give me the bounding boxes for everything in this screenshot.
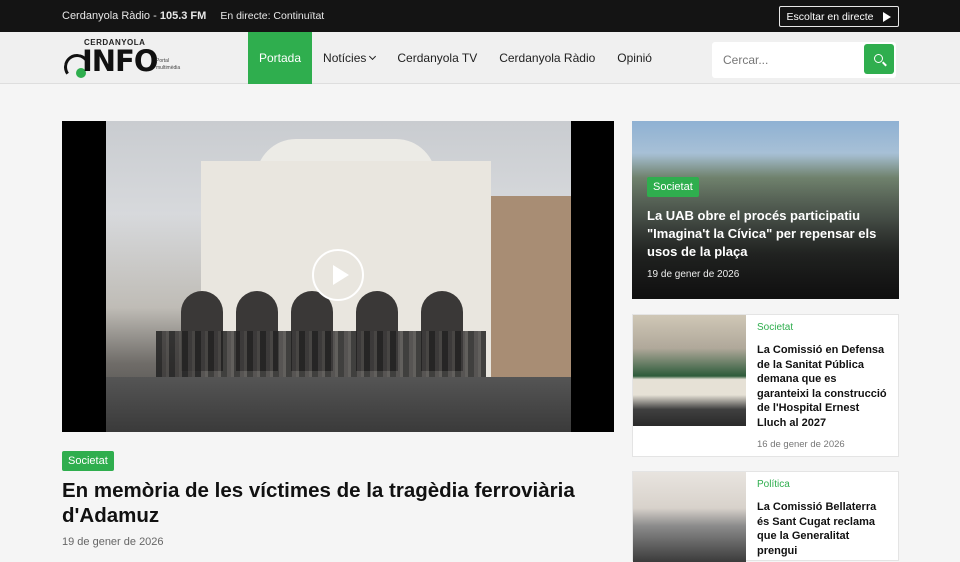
side-story-title[interactable]: La Comissió en Defensa de la Sanitat Púb… (757, 343, 888, 430)
top-bar: Cerdanyola Ràdio - 105.3 FM En directe: … (0, 0, 960, 32)
play-icon (883, 11, 892, 22)
play-icon (332, 265, 349, 285)
side-story-category[interactable]: Política (757, 479, 888, 490)
main-video[interactable] (62, 121, 614, 432)
category-badge[interactable]: Societat (647, 177, 699, 197)
radio-frequency: 105.3 FM (159, 10, 207, 22)
main-story-date: 19 de gener de 2026 (62, 536, 164, 548)
side-story-title[interactable]: La Comissió Bellaterra és Sant Cugat rec… (757, 500, 888, 558)
search-box (712, 42, 896, 78)
search-icon (873, 53, 883, 63)
side-story-card[interactable]: Societat La Comissió en Defensa de la Sa… (632, 314, 899, 457)
side-story-thumbnail[interactable] (633, 315, 746, 426)
menu-item-cerdanyola-tv[interactable]: Cerdanyola TV (386, 32, 488, 84)
category-badge[interactable]: Societat (62, 451, 114, 471)
menu-item-noticies[interactable]: Notícies (312, 32, 386, 84)
menu: Portada Notícies Cerdanyola TV Cerdanyol… (248, 32, 663, 84)
side-story-featured[interactable]: Societat La UAB obre el procés participa… (632, 121, 899, 299)
search-input[interactable] (712, 53, 862, 67)
listen-live-label: Escoltar en directe (786, 10, 874, 23)
side-story-title[interactable]: La UAB obre el procés participatiu "Imag… (647, 207, 887, 261)
menu-item-opinio[interactable]: Opinió (606, 32, 663, 84)
side-stories: Societat La UAB obre el procés participa… (632, 121, 899, 562)
video-play-button[interactable] (312, 249, 364, 301)
menu-item-portada[interactable]: Portada (248, 32, 313, 84)
menu-item-cerdanyola-radio[interactable]: Cerdanyola Ràdio (488, 32, 606, 84)
side-story-thumbnail[interactable] (633, 472, 746, 562)
main-navigation: CERDANYOLA INFO Portal multimèdia Portad… (0, 32, 960, 84)
side-story-date: 19 de gener de 2026 (647, 269, 740, 280)
side-story-category[interactable]: Societat (757, 322, 888, 333)
main-story-title[interactable]: En memòria de les víctimes de la tragèdi… (62, 478, 614, 528)
radio-station-label: Cerdanyola Ràdio - 105.3 FM (62, 10, 207, 22)
listen-live-button[interactable]: Escoltar en directe (779, 6, 899, 27)
site-logo[interactable]: CERDANYOLA INFO Portal multimèdia (61, 38, 182, 83)
logo-subtitle: Portal multimèdia (156, 58, 181, 71)
logo-main-text: INFO (82, 44, 159, 78)
live-status: En directe: Continuïtat (220, 10, 325, 22)
side-story-card[interactable]: Política La Comissió Bellaterra és Sant … (632, 471, 899, 562)
main-story: Societat En memòria de les víctimes de l… (62, 121, 614, 548)
side-story-date: 16 de gener de 2026 (757, 439, 845, 450)
chevron-down-icon (369, 52, 377, 61)
search-button[interactable] (864, 44, 894, 74)
